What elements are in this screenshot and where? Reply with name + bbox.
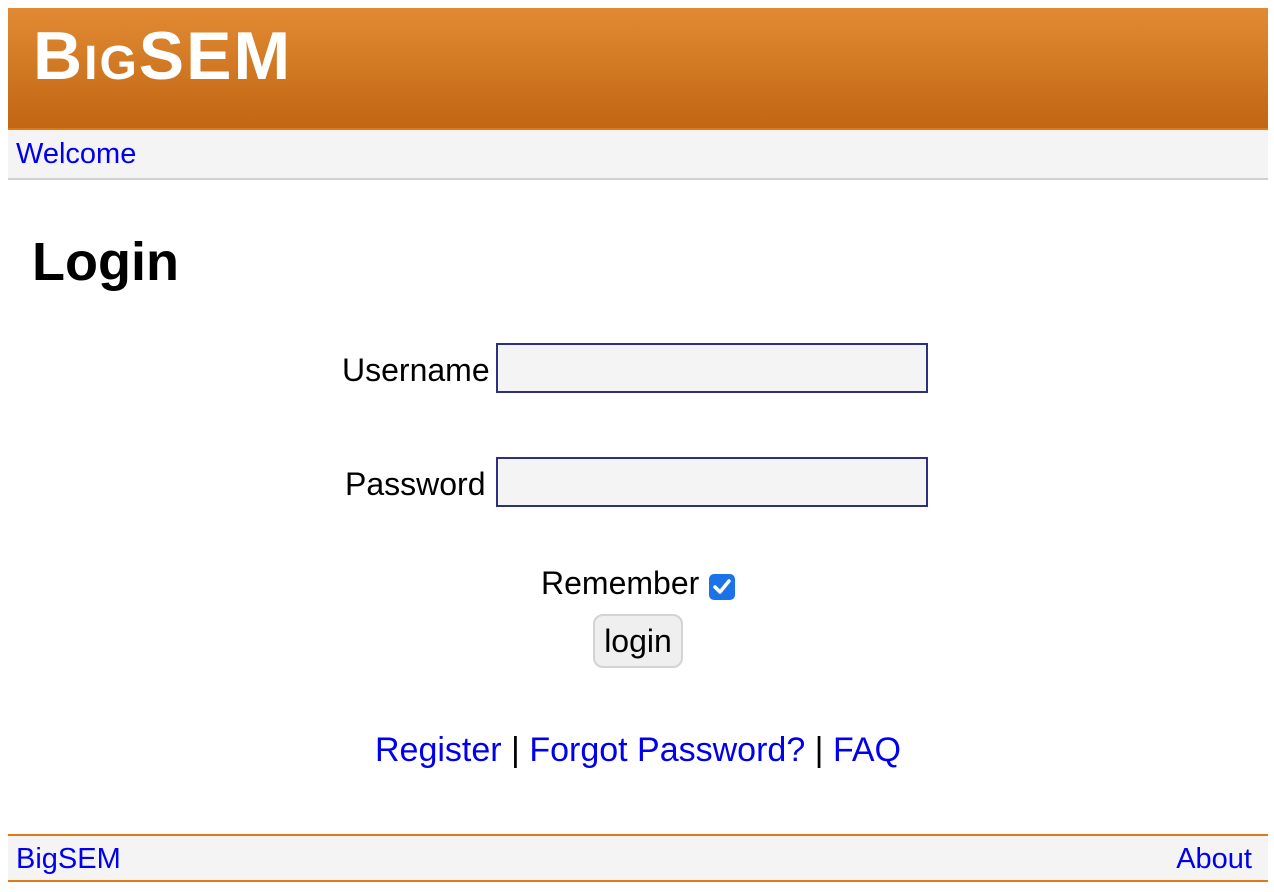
remember-label: Remember — [541, 565, 700, 601]
nav-welcome-link[interactable]: Welcome — [16, 138, 136, 171]
username-input[interactable] — [496, 343, 928, 393]
faq-link[interactable]: FAQ — [833, 731, 901, 769]
username-label: Username — [342, 352, 490, 388]
username-row: Username — [8, 343, 1268, 397]
remember-checkbox[interactable] — [709, 574, 735, 600]
password-label: Password — [345, 466, 486, 502]
header-banner: BigSEM — [8, 8, 1268, 130]
page-title: Login — [32, 232, 179, 292]
auth-links: Register | Forgot Password? | FAQ — [8, 730, 1268, 770]
login-button[interactable]: login — [593, 614, 683, 668]
footer-home-link[interactable]: BigSEM — [16, 843, 121, 876]
main-content: Login Username Password Remember login R… — [8, 180, 1268, 834]
forgot-password-link[interactable]: Forgot Password? — [529, 731, 805, 769]
password-row: Password — [8, 457, 1268, 511]
link-separator: | — [805, 731, 833, 769]
register-link[interactable]: Register — [375, 731, 502, 769]
footer-about-link[interactable]: About — [1176, 843, 1252, 876]
nav-bar: Welcome — [8, 130, 1268, 180]
site-logo: BigSEM — [33, 18, 293, 94]
footer-bar: BigSEM About — [8, 834, 1268, 882]
link-separator: | — [501, 731, 530, 769]
checkmark-icon — [713, 579, 731, 594]
page-container: BigSEM Welcome Login Username Password R… — [8, 8, 1268, 834]
password-input[interactable] — [496, 457, 928, 507]
